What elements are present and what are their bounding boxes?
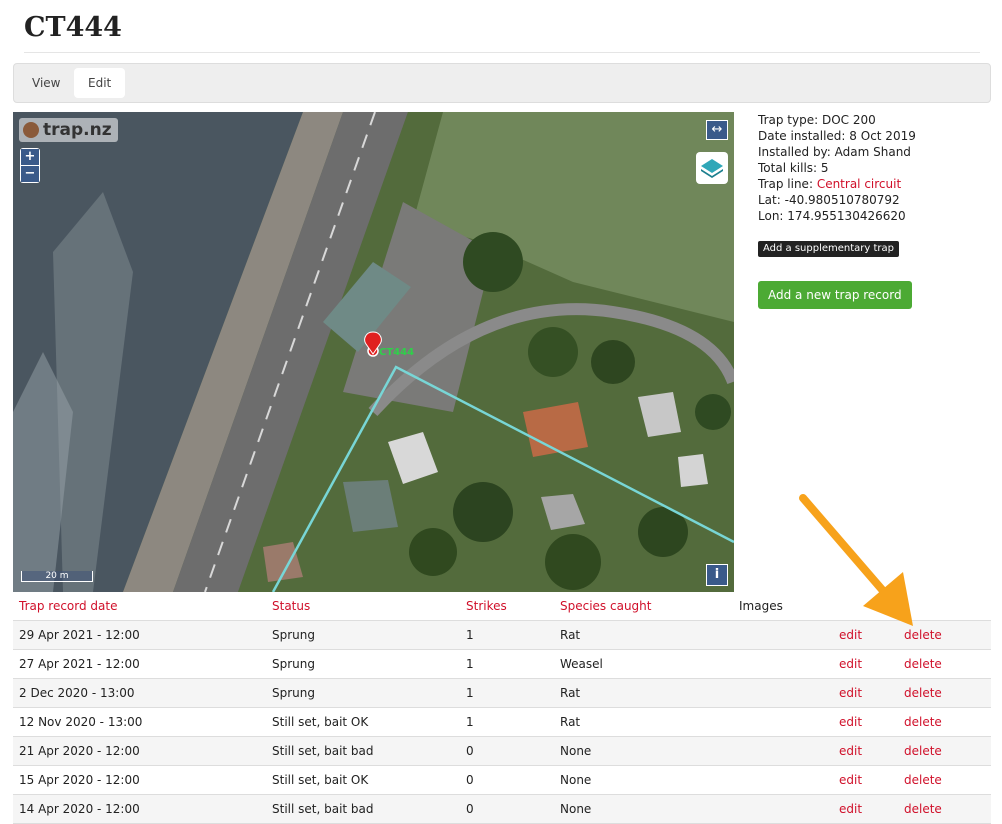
record-status: Still set, bait OK: [272, 715, 369, 729]
aerial-map-imagery: [13, 112, 734, 592]
delete-link[interactable]: delete: [904, 715, 942, 729]
table-row: 15 Apr 2020 - 12:00 Still set, bait OK 0 No…: [13, 766, 991, 795]
longitude: Lon: 174.955130426620: [758, 209, 906, 223]
annotation-arrow-icon: [799, 494, 913, 626]
record-strikes: 1: [466, 686, 474, 700]
possum-logo-icon: [23, 122, 39, 138]
record-status: Sprung: [272, 628, 315, 642]
edit-link[interactable]: edit: [839, 628, 862, 642]
record-strikes: 0: [466, 773, 474, 787]
trap-details: Trap type: DOC 200 Date installed: 8 Oct…: [758, 112, 988, 224]
table-row: 2 Dec 2020 - 13:00 Sprung 1 Rat edit delete: [13, 679, 991, 708]
record-species: Weasel: [560, 657, 603, 671]
latitude: Lat: -40.980510780792: [758, 193, 900, 207]
map[interactable]: trap.nz + − ↔ CT444 20 m i: [13, 112, 734, 592]
edit-link[interactable]: edit: [839, 686, 862, 700]
add-supplementary-trap-button[interactable]: Add a supplementary trap: [758, 241, 900, 257]
record-species: None: [560, 802, 592, 816]
record-status: Still set, bait OK: [272, 773, 369, 787]
installed-by: Installed by: Adam Shand: [758, 145, 911, 159]
trapnz-logo: trap.nz: [19, 118, 118, 142]
layers-icon[interactable]: [696, 152, 728, 184]
record-species: None: [560, 744, 592, 758]
record-date: 2 Dec 2020 - 13:00: [19, 686, 135, 700]
tab-edit[interactable]: Edit: [74, 68, 126, 98]
edit-link[interactable]: edit: [839, 715, 862, 729]
record-status: Still set, bait bad: [272, 802, 374, 816]
record-species: Rat: [560, 715, 581, 729]
edit-link[interactable]: edit: [839, 773, 862, 787]
delete-link[interactable]: delete: [904, 744, 942, 758]
zoom-in-button[interactable]: +: [21, 149, 39, 165]
title-divider: [24, 52, 980, 53]
edit-link[interactable]: edit: [839, 802, 862, 816]
edit-link[interactable]: edit: [839, 657, 862, 671]
record-strikes: 1: [466, 715, 474, 729]
trap-type: Trap type: DOC 200: [758, 113, 876, 127]
table-row: 21 Apr 2020 - 12:00 Still set, bait bad 0 N…: [13, 737, 991, 766]
record-date: 27 Apr 2021 - 12:00: [19, 657, 140, 671]
map-scale: 20 m: [21, 571, 93, 582]
tab-view[interactable]: View: [18, 68, 74, 98]
add-trap-record-button[interactable]: Add a new trap record: [758, 281, 912, 309]
record-species: Rat: [560, 686, 581, 700]
edit-link[interactable]: edit: [839, 744, 862, 758]
tab-bar: View Edit: [13, 63, 991, 103]
delete-link[interactable]: delete: [904, 657, 942, 671]
delete-link[interactable]: delete: [904, 628, 942, 642]
trap-line: Trap line: Central circuit: [758, 177, 902, 191]
expand-map-icon[interactable]: ↔: [706, 120, 728, 140]
date-installed: Date installed: 8 Oct 2019: [758, 129, 916, 143]
record-status: Still set, bait bad: [272, 744, 374, 758]
record-date: 15 Apr 2020 - 12:00: [19, 773, 140, 787]
page-title: CT444: [24, 12, 122, 43]
delete-link[interactable]: delete: [904, 773, 942, 787]
record-strikes: 0: [466, 802, 474, 816]
table-row: 27 Apr 2021 - 12:00 Sprung 1 Weasel edit dele…: [13, 650, 991, 679]
header-strikes[interactable]: Strikes: [466, 599, 507, 613]
record-strikes: 1: [466, 628, 474, 642]
total-kills: Total kills: 5: [758, 161, 829, 175]
delete-link[interactable]: delete: [904, 802, 942, 816]
record-strikes: 0: [466, 744, 474, 758]
trap-line-link[interactable]: Central circuit: [817, 177, 901, 191]
zoom-out-button[interactable]: −: [21, 166, 39, 182]
table-row: 12 Nov 2020 - 13:00 Still set, bait OK 1 Ra…: [13, 708, 991, 737]
record-date: 29 Apr 2021 - 12:00: [19, 628, 140, 642]
logo-text: trap.nz: [43, 120, 112, 140]
record-species: None: [560, 773, 592, 787]
record-status: Sprung: [272, 686, 315, 700]
record-status: Sprung: [272, 657, 315, 671]
header-species[interactable]: Species caught: [560, 599, 651, 613]
header-status[interactable]: Status: [272, 599, 310, 613]
header-images: Images: [739, 599, 783, 613]
record-strikes: 1: [466, 657, 474, 671]
header-date[interactable]: Trap record date: [19, 599, 118, 613]
zoom-control: + −: [20, 148, 40, 183]
trap-marker-label[interactable]: CT444: [379, 347, 414, 358]
record-date: 14 Apr 2020 - 12:00: [19, 802, 140, 816]
delete-link[interactable]: delete: [904, 686, 942, 700]
record-species: Rat: [560, 628, 581, 642]
record-date: 21 Apr 2020 - 12:00: [19, 744, 140, 758]
record-date: 12 Nov 2020 - 13:00: [19, 715, 143, 729]
map-info-icon[interactable]: i: [706, 564, 728, 586]
